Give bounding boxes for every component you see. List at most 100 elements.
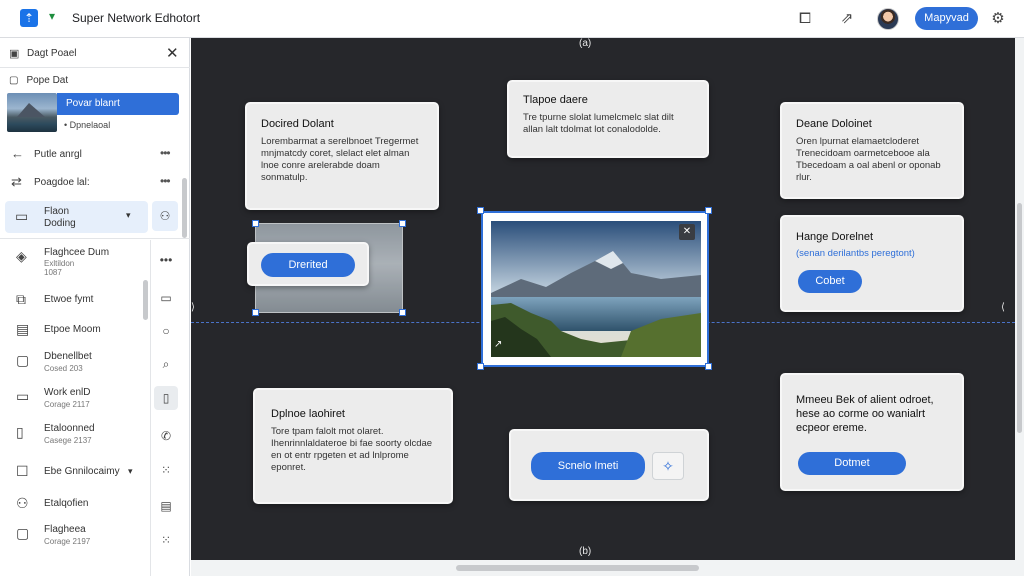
copy-icon: ⧉ <box>16 291 26 307</box>
status-chevron-icon[interactable]: ▾ <box>49 9 55 23</box>
list-scrollbar[interactable] <box>143 280 148 320</box>
card-title: Mmeeu Bek of alient odroet, hese ao corm… <box>796 394 934 434</box>
top-bar: ⇡ ▾ Super Network Edhotort ⧠ ⇗ Mapyvad ⚙ <box>0 0 1024 38</box>
canvas-horizontal-scrollbar[interactable] <box>191 560 1024 576</box>
edge-marker-bottom: (b) <box>579 546 592 557</box>
list-item[interactable]: ▢ Flagheea Corage 2197 <box>0 517 150 551</box>
resize-handle[interactable] <box>399 309 406 316</box>
sidebar-scrollbar[interactable] <box>182 178 187 238</box>
stack-icon: ▤ <box>16 321 30 337</box>
scrollbar-thumb[interactable] <box>456 565 699 571</box>
app-title: Super Network Edhotort <box>72 11 201 25</box>
sidebar-row-swap[interactable]: ⇄ Poagdoe lal: ••• <box>0 169 180 195</box>
resize-handle[interactable] <box>399 220 406 227</box>
selected-page-subtitle: • Dpnelaoal <box>64 120 111 130</box>
list-item[interactable]: ▢ Dbenellbet Cosed 203 <box>0 344 150 378</box>
circle-icon[interactable]: ○ <box>154 319 178 343</box>
card-title: Hange Dorelnet <box>796 231 874 243</box>
more-icon[interactable]: ••• <box>154 248 178 272</box>
monitor-icon: ▭ <box>16 388 30 404</box>
text-card-top-left[interactable]: Docired Dolant Lorembarmat a serelbnoet … <box>245 102 439 210</box>
chevron-down-icon[interactable]: ▾ <box>128 466 133 477</box>
selected-page-item[interactable]: Povar blanrt <box>57 93 179 115</box>
text-card-top-right[interactable]: Deane Doloinet Oren lpurnat elamaetclode… <box>780 102 964 199</box>
card-button[interactable]: Cobet <box>798 270 862 293</box>
chevron-down-icon[interactable]: ▾ <box>126 210 131 221</box>
text-card-bottom-left[interactable]: Dplnoe laohiret Tore tpam falolt mot ola… <box>253 388 453 504</box>
layers-icon: ◈ <box>16 248 27 264</box>
clipboard-icon[interactable]: ▯ <box>154 386 178 410</box>
link-card-right[interactable]: Hange Dorelnet (senan derilantbs peregto… <box>780 215 964 312</box>
list-item[interactable]: ▭ Work enlD Corage 2117 <box>0 380 150 414</box>
text-card-bottom-right[interactable]: Mmeeu Bek of alient odroet, hese ao corm… <box>780 373 964 491</box>
book-icon: ▯ <box>16 424 24 440</box>
edge-marker-top: (a) <box>579 38 592 49</box>
list-item[interactable]: ◈ Flaghcee Dum Exltildon 1087 <box>0 240 150 277</box>
close-icon[interactable]: ✕ <box>166 44 179 62</box>
close-icon[interactable]: ✕ <box>679 224 695 240</box>
list-item[interactable]: ⚇ Etalqofien <box>0 487 150 521</box>
search-icon[interactable]: ⌕ <box>154 352 178 376</box>
grid-dots-icon[interactable]: ⁙ <box>154 458 178 482</box>
publish-button[interactable]: Mapyvad <box>915 7 978 30</box>
panel-icon: ▣ <box>9 48 20 60</box>
frame-icon: ▢ <box>16 525 30 541</box>
card-button[interactable]: Dotmet <box>798 452 906 475</box>
page-icon[interactable]: ▤ <box>154 494 178 518</box>
frame-icon[interactable]: ⧠ <box>795 9 815 29</box>
phone-icon[interactable]: ✆ <box>154 424 178 448</box>
frame-icon: ▢ <box>16 352 30 368</box>
resize-handle[interactable] <box>252 220 259 227</box>
page-icon: ▢ <box>9 75 19 86</box>
sidebar-selected-row[interactable]: ▭ Flaon Doding ▾ <box>5 201 148 233</box>
sidebar: ▣ Dagt Poael ✕ ▢ Pope Dat Povar blanrt • … <box>0 38 190 576</box>
canvas-vertical-scrollbar[interactable] <box>1015 38 1024 560</box>
more-icon[interactable]: ••• <box>160 174 171 188</box>
panel-title: Dagt Poael <box>27 48 77 59</box>
list-item[interactable]: ☐ Ebe Gnnilocaimy ▾ <box>0 455 150 489</box>
selected-image-frame[interactable]: ✕ ↗ <box>481 211 709 367</box>
list-item[interactable]: ▯ Etaloonned Casege 2137 <box>0 416 150 450</box>
list-item[interactable]: ⧉ Etwoe fymt <box>0 283 150 317</box>
scrollbar-thumb[interactable] <box>1017 203 1022 433</box>
button-card-bottom-center[interactable]: Scnelo Imeti ✧ <box>509 429 709 501</box>
card-body: Tre tpurne slolat lumelcmelc slat dilt a… <box>523 112 674 135</box>
design-canvas[interactable]: (a) (b) ⟩ ⟨ Docired Dolant Lorembarmat a… <box>191 38 1015 560</box>
resize-handle[interactable] <box>705 363 712 370</box>
page-thumbnail[interactable] <box>7 93 57 132</box>
card-primary-button[interactable]: Scnelo Imeti <box>531 452 645 480</box>
more-icon[interactable]: ••• <box>160 146 171 160</box>
settings-icon[interactable]: ⚙ <box>988 9 1008 29</box>
avatar[interactable] <box>877 8 899 30</box>
nodes-icon[interactable]: ⚇ <box>152 201 178 231</box>
card-body: Tore tpam falolt mot olaret. Ihenrinnlal… <box>271 426 433 473</box>
grid-dots-icon[interactable]: ⁙ <box>154 528 178 552</box>
divider <box>0 238 190 239</box>
floating-cta-button[interactable]: Drerited <box>261 253 355 277</box>
card-link[interactable]: (senan derilantbs peregtont) <box>796 248 948 260</box>
resize-handle[interactable] <box>477 363 484 370</box>
list-item[interactable]: ▤ Etpoe Moom <box>0 313 150 347</box>
card-body: Lorembarmat a serelbnoet Tregermet mnjma… <box>261 136 419 183</box>
sidebar-row-back[interactable]: ← Putle anrgl ••• <box>0 141 180 167</box>
pages-section-label: ▢ Pope Dat <box>9 75 69 86</box>
card-title: Deane Doloinet <box>796 118 872 130</box>
frame-icon: ▭ <box>15 208 29 224</box>
edge-marker-right: ⟨ <box>1001 302 1005 313</box>
sparkle-icon[interactable]: ✧ <box>652 452 684 480</box>
card-title: Tlapoe daere <box>523 94 588 106</box>
resize-handle[interactable] <box>252 309 259 316</box>
share-icon[interactable]: ⇗ <box>837 9 857 29</box>
text-card-top-center[interactable]: Tlapoe daere Tre tpurne slolat lumelcmel… <box>507 80 709 158</box>
expand-icon[interactable]: ↗ <box>494 339 502 350</box>
card-body: Oren lpurnat elamaetcloderet Trenecidoam… <box>796 136 941 183</box>
card-title: Docired Dolant <box>261 118 334 130</box>
comment-icon[interactable]: ▭ <box>154 286 178 310</box>
resize-handle[interactable] <box>477 207 484 214</box>
edge-marker-left: ⟩ <box>191 302 195 313</box>
resize-handle[interactable] <box>705 207 712 214</box>
app-logo-icon[interactable]: ⇡ <box>20 9 38 27</box>
panel-header: ▣ Dagt Poael ✕ <box>0 38 190 68</box>
arrows-swap-icon: ⇄ <box>11 174 22 189</box>
floating-button-card: Drerited <box>247 242 369 286</box>
